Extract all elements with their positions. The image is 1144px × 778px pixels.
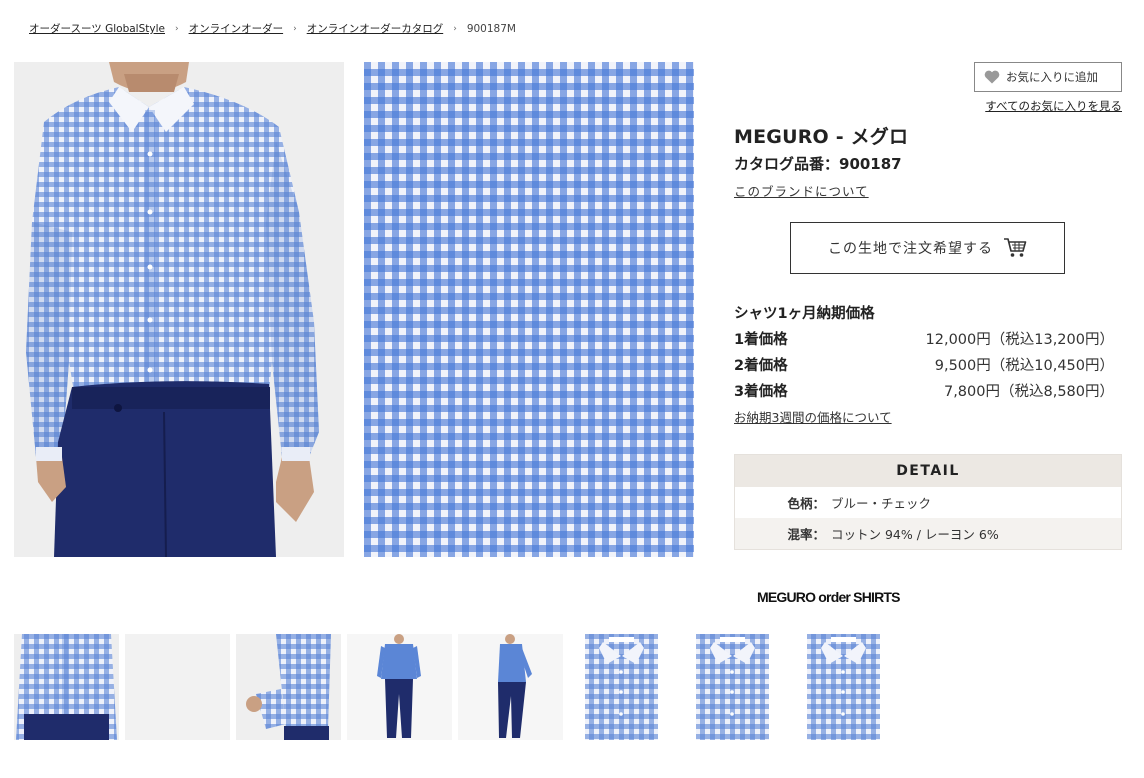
detail-row-pattern: 色柄： ブルー・チェック (735, 487, 1121, 518)
thumbnail-torso[interactable] (14, 634, 119, 740)
order-fabric-label: この生地で注文希望する (828, 241, 993, 257)
detail-key: 混率： (787, 527, 825, 542)
add-to-favorites-button[interactable]: お気に入りに追加 (974, 62, 1122, 92)
detail-value: ブルー・チェック (831, 496, 932, 511)
breadcrumb-link-online-order[interactable]: オンラインオーダー (189, 21, 284, 36)
price-label: 1着価格 (734, 332, 788, 348)
detail-row-composition: 混率： コットン 94% / レーヨン 6% (735, 518, 1121, 549)
thumbnail-full-body-front[interactable] (347, 634, 452, 740)
breadcrumb-current: 900187M (466, 22, 516, 35)
breadcrumb: オーダースーツ GlobalStyle › オンラインオーダー › オンラインオ… (29, 21, 516, 36)
breadcrumb-link-online-catalog[interactable]: オンラインオーダーカタログ (307, 21, 444, 36)
product-title: MEGURO - メグロ (734, 126, 909, 148)
price-value: 12,000円（税込13,200円） (925, 332, 1114, 348)
price-value: 9,500円（税込10,450円） (934, 358, 1114, 374)
thumbnail-folded-shirt[interactable] (791, 634, 896, 740)
thumbnail-folded-shirt[interactable] (569, 634, 674, 740)
detail-heading: DETAIL (735, 455, 1121, 487)
breadcrumb-separator: › (174, 23, 179, 34)
price-label: 3着価格 (734, 384, 788, 400)
breadcrumb-separator: › (453, 23, 457, 34)
detail-key: 色柄： (787, 496, 825, 511)
breadcrumb-link-globalstyle[interactable]: オーダースーツ GlobalStyle (29, 21, 165, 36)
detail-value: コットン 94% / レーヨン 6% (831, 527, 999, 542)
thumbnail-full-body-side[interactable] (458, 634, 563, 740)
thumbnail-fabric-closeup[interactable] (125, 634, 230, 740)
price-heading: シャツ1ヶ月納期価格 (734, 306, 875, 322)
brand-logo: MEGURO order SHIRTS (757, 589, 901, 605)
price-value: 7,800円（税込8,580円） (943, 384, 1114, 400)
breadcrumb-separator: › (293, 23, 297, 34)
price-label: 2着価格 (734, 358, 788, 374)
thumbnail-folded-shirt[interactable] (680, 634, 785, 740)
heart-icon (984, 70, 1000, 84)
main-model-photo (14, 62, 344, 557)
add-to-favorites-label: お気に入りに追加 (1006, 70, 1098, 84)
price-row: 2着価格 9,500円（税込10,450円） (734, 354, 1114, 375)
cart-icon (1004, 238, 1027, 257)
thumbnail-side-view[interactable] (236, 634, 341, 740)
price-row: 1着価格 12,000円（税込13,200円） (734, 328, 1114, 349)
main-fabric-swatch (364, 62, 694, 557)
about-brand-link[interactable]: このブランドについて (734, 181, 869, 200)
price-row: 3着価格 7,800円（税込8,580円） (734, 380, 1114, 401)
thumbnail-strip (14, 634, 896, 740)
order-fabric-button[interactable]: この生地で注文希望する (790, 222, 1065, 274)
detail-table: DETAIL 色柄： ブルー・チェック 混率： コットン 94% / レーヨン … (734, 454, 1122, 550)
three-week-price-link[interactable]: お納期3週間の価格について (734, 407, 892, 426)
view-all-favorites-link[interactable]: すべてのお気に入りを見る (985, 98, 1122, 114)
catalog-number: カタログ品番：900187 (734, 155, 902, 173)
